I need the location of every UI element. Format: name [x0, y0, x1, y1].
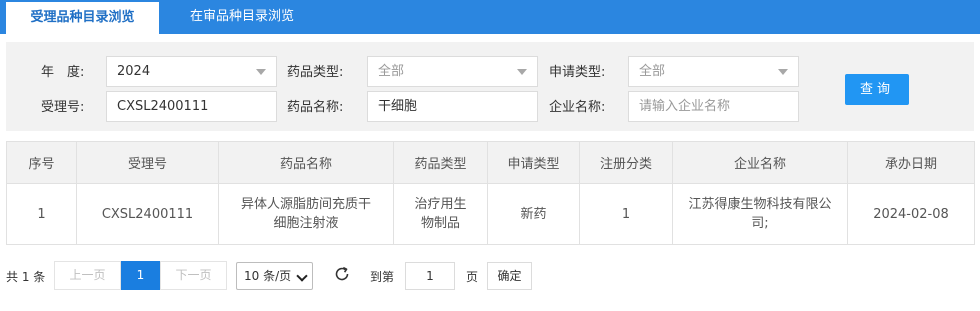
- drug-name-input[interactable]: 干细胞: [367, 91, 538, 122]
- drug-name-label: 药品名称:: [287, 100, 344, 115]
- column-header-drug-name: 药品名称: [218, 141, 394, 184]
- accept-no-label: 受理号:: [41, 100, 85, 115]
- total-count: 共 1 条: [6, 270, 46, 284]
- accept-no-input[interactable]: CXSL2400111: [106, 91, 277, 122]
- chevron-down-icon: [256, 69, 266, 75]
- prev-page-button[interactable]: 上一页: [54, 261, 121, 290]
- cell-accept-no: CXSL2400111: [76, 183, 219, 245]
- cell-company: 江苏得康生物科技有限公司;: [672, 183, 848, 245]
- chevron-down-icon: [296, 270, 308, 282]
- cell-drug-type-text: 治疗用生物制品: [414, 197, 467, 231]
- tab-accepted-catalog-label: 受理品种目录浏览: [30, 10, 135, 25]
- apply-type-select[interactable]: 全部: [628, 56, 799, 87]
- column-header-reg-class: 注册分类: [579, 141, 673, 184]
- tab-under-review-catalog[interactable]: 在审品种目录浏览: [159, 0, 325, 34]
- goto-label: 到第: [370, 270, 395, 284]
- chevron-down-icon: [517, 69, 527, 75]
- page-suffix-label: 页: [466, 270, 479, 284]
- column-header-drug-type: 药品类型: [393, 141, 488, 184]
- drug-type-select-value: 全部: [378, 64, 405, 79]
- column-header-accept-no: 受理号: [76, 141, 219, 184]
- company-input-placeholder: 请输入企业名称: [639, 99, 731, 114]
- page-size-select-value: 10 条/页: [244, 269, 292, 283]
- year-select-value: 2024: [117, 64, 151, 79]
- company-label: 企业名称:: [549, 100, 606, 115]
- drug-type-label: 药品类型:: [287, 65, 344, 80]
- column-header-date: 承办日期: [847, 141, 975, 184]
- tab-accepted-catalog[interactable]: 受理品种目录浏览: [6, 2, 159, 34]
- cell-company-text: 江苏得康生物科技有限公司;: [688, 197, 832, 231]
- column-header-index: 序号: [6, 141, 77, 184]
- column-header-company: 企业名称: [672, 141, 848, 184]
- results-table: 序号 受理号 药品名称 药品类型 申请类型 注册分类 企业名称 承办日期 1 C…: [6, 141, 975, 245]
- cell-index: 1: [6, 183, 77, 245]
- apply-type-select-value: 全部: [639, 64, 666, 79]
- column-header-apply-type: 申请类型: [487, 141, 580, 184]
- cell-apply-type: 新药: [487, 183, 580, 245]
- drug-name-input-value: 干细胞: [378, 99, 418, 114]
- tab-under-review-catalog-label: 在审品种目录浏览: [189, 9, 294, 24]
- page-number-button[interactable]: 1: [121, 261, 160, 290]
- cell-drug-type: 治疗用生物制品: [393, 183, 488, 245]
- refresh-icon[interactable]: [334, 266, 350, 282]
- drug-type-select[interactable]: 全部: [367, 56, 538, 87]
- cell-reg-class: 1: [579, 183, 673, 245]
- table-row: 1 CXSL2400111 异体人源脂肪间充质干细胞注射液 治疗用生物制品 新药…: [6, 183, 975, 245]
- apply-type-label: 申请类型:: [549, 65, 606, 80]
- year-select[interactable]: 2024: [106, 56, 277, 87]
- goto-page-input[interactable]: 1: [405, 262, 455, 290]
- company-input[interactable]: 请输入企业名称: [628, 91, 799, 122]
- page-size-select[interactable]: 10 条/页: [236, 262, 313, 290]
- cell-date: 2024-02-08: [847, 183, 975, 245]
- next-page-button[interactable]: 下一页: [160, 261, 227, 290]
- cell-drug-name: 异体人源脂肪间充质干细胞注射液: [218, 183, 394, 245]
- tab-bar: 受理品种目录浏览 在审品种目录浏览: [0, 0, 980, 34]
- table-header-row: 序号 受理号 药品名称 药品类型 申请类型 注册分类 企业名称 承办日期: [6, 141, 975, 184]
- confirm-button[interactable]: 确定: [487, 262, 532, 290]
- cell-drug-name-text: 异体人源脂肪间充质干细胞注射液: [241, 197, 372, 231]
- chevron-down-icon: [778, 69, 788, 75]
- year-label: 年 度:: [41, 65, 85, 80]
- accept-no-input-value: CXSL2400111: [117, 99, 209, 114]
- query-button[interactable]: 查询: [845, 74, 909, 105]
